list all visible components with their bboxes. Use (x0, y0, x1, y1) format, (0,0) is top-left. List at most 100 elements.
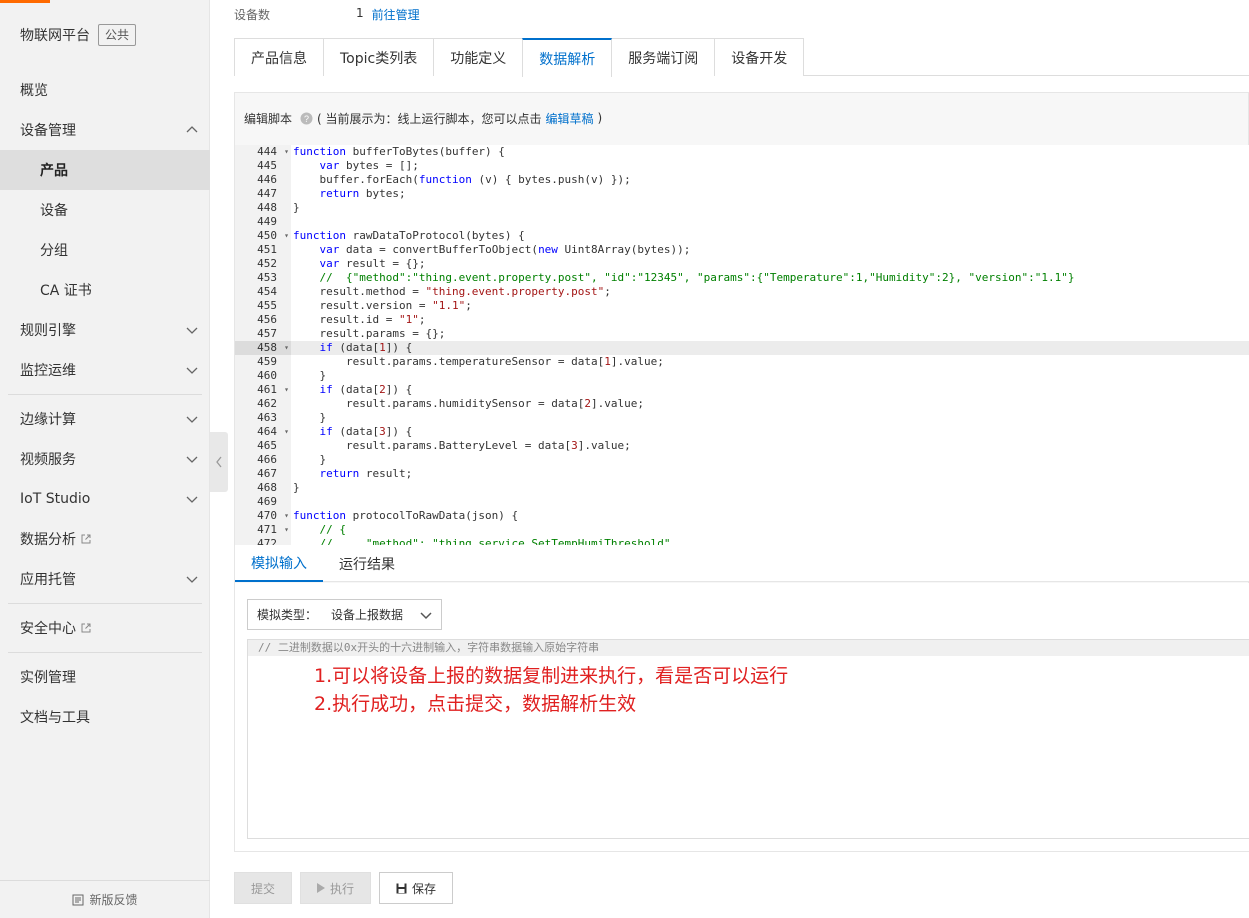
sidebar-item-app-hosting[interactable]: 应用托管 (0, 559, 210, 599)
code-line[interactable]: 456 result.id = "1"; (235, 313, 1249, 327)
sidebar-item-overview[interactable]: 概览 (0, 70, 210, 110)
code-line[interactable]: 468} (235, 481, 1249, 495)
edit-draft-link[interactable]: 编辑草稿 (546, 110, 594, 127)
sidebar-item-docs-tools[interactable]: 文档与工具 (0, 697, 210, 737)
code-line[interactable]: 457 result.params = {}; (235, 327, 1249, 341)
help-icon[interactable]: ? (300, 112, 313, 125)
tab-device-development[interactable]: 设备开发 (714, 38, 805, 76)
instance-badge[interactable]: 公共 (98, 24, 137, 46)
line-number: 456 (235, 313, 291, 327)
sidebar-item-instance-management[interactable]: 实例管理 (0, 657, 210, 697)
code-line[interactable]: 454 result.method = "thing.event.propert… (235, 285, 1249, 299)
code-line[interactable]: 467 return result; (235, 467, 1249, 481)
manage-devices-link[interactable]: 前往管理 (372, 6, 420, 23)
code-line[interactable]: 447 return bytes; (235, 187, 1249, 201)
fold-arrow-icon[interactable]: ▾ (284, 145, 289, 159)
sidebar-item-rule-engine[interactable]: 规则引擎 (0, 310, 210, 350)
save-button[interactable]: 保存 (379, 872, 454, 904)
line-number: 461 ▾ (235, 383, 291, 397)
sidebar-item-group[interactable]: 分组 (0, 230, 210, 270)
fold-arrow-icon[interactable]: ▾ (284, 425, 289, 439)
tab-run-result[interactable]: 运行结果 (323, 545, 411, 582)
editor-header: 编辑脚本 ? ( 当前展示为：线上运行脚本，您可以点击 编辑草稿 ) (235, 93, 1248, 143)
device-count-label: 设备数 (234, 8, 271, 22)
sidebar-item-product[interactable]: 产品 (0, 150, 210, 190)
fold-arrow-icon[interactable]: ▾ (284, 523, 289, 537)
code-line[interactable]: 465 result.params.BatteryLevel = data[3]… (235, 439, 1249, 453)
save-label: 保存 (412, 881, 437, 896)
code-line[interactable]: 462 result.params.humiditySensor = data[… (235, 397, 1249, 411)
tab-server-subscription[interactable]: 服务端订阅 (611, 38, 716, 76)
line-number: 467 (235, 467, 291, 481)
tab-simulated-input[interactable]: 模拟输入 (235, 545, 323, 582)
code-editor[interactable]: 444 ▾ function bufferToBytes(buffer) {445 … (235, 145, 1249, 545)
submit-button[interactable]: 提交 (234, 872, 293, 904)
sidebar-item-label: 文档与工具 (20, 710, 90, 726)
code-line[interactable]: 466 } (235, 453, 1249, 467)
line-number: 455 (235, 299, 291, 313)
sidebar-item-data-analysis[interactable]: 数据分析 (0, 519, 210, 559)
line-number: 471 ▾ (235, 523, 291, 537)
code-line[interactable]: 471 ▾ // { (235, 523, 1249, 537)
simulated-input-textarea[interactable]: // 二进制数据以0x开头的十六进制输入，字符串数据输入原始字符串 1.可以将设… (247, 639, 1249, 839)
nav-divider (8, 652, 202, 653)
code-line[interactable]: 469 (235, 495, 1249, 509)
simulation-type-select[interactable]: 模拟类型： 设备上报数据 (247, 599, 442, 630)
code-line[interactable]: 472 // "method": "thing.service.SetTempH… (235, 537, 1249, 545)
save-icon (396, 883, 407, 893)
sidebar-item-label: 监控运维 (20, 363, 76, 379)
code-line[interactable]: 445 var bytes = []; (235, 159, 1249, 173)
fold-arrow-icon[interactable]: ▾ (284, 509, 289, 523)
tab-data-parsing[interactable]: 数据解析 (522, 38, 613, 77)
brand-title: 物联网平台 (20, 28, 90, 44)
sidebar-item-edge-computing[interactable]: 边缘计算 (0, 399, 210, 439)
code-line[interactable]: 458 ▾ if (data[1]) { (235, 341, 1249, 355)
sidebar-item-monitoring[interactable]: 监控运维 (0, 350, 210, 390)
code-line[interactable]: 444 ▾ function bufferToBytes(buffer) { (235, 145, 1249, 159)
chevron-down-icon (186, 496, 198, 503)
code-text: var data = convertBufferToObject(new Uin… (319, 243, 691, 256)
fold-arrow-icon[interactable]: ▾ (284, 229, 289, 243)
tab-product-info[interactable]: 产品信息 (234, 38, 324, 76)
sidebar-item-label: IoT Studio (20, 491, 91, 507)
sidebar-item-security-center[interactable]: 安全中心 (0, 608, 210, 648)
device-count-value: 1 (356, 6, 364, 20)
code-line[interactable]: 470 ▾ function protocolToRawData(json) { (235, 509, 1249, 523)
sidebar: 物联网平台 公共 概览 设备管理 产品 设备 分组 CA 证书 规则引擎 监控运… (0, 0, 210, 918)
fold-arrow-icon[interactable]: ▾ (284, 383, 289, 397)
sidebar-item-label: 设备 (40, 203, 68, 219)
select-label: 模拟类型： (257, 608, 318, 622)
code-text: } (293, 453, 327, 466)
code-line[interactable]: 450 ▾ function rawDataToProtocol(bytes) { (235, 229, 1249, 243)
code-line[interactable]: 453 // {"method":"thing.event.property.p… (235, 271, 1249, 285)
code-line[interactable]: 452 var result = {}; (235, 257, 1249, 271)
code-line[interactable]: 463 } (235, 411, 1249, 425)
code-line[interactable]: 455 result.version = "1.1"; (235, 299, 1249, 313)
tab-topic-list[interactable]: Topic类列表 (323, 38, 435, 76)
code-line[interactable]: 461 ▾ if (data[2]) { (235, 383, 1249, 397)
code-line[interactable]: 451 var data = convertBufferToObject(new… (235, 243, 1249, 257)
code-line[interactable]: 459 result.params.temperatureSensor = da… (235, 355, 1249, 369)
code-line[interactable]: 446 buffer.forEach(function (v) { bytes.… (235, 173, 1249, 187)
brand-accent-bar (0, 0, 50, 3)
code-text: result.params.humiditySensor = data[2].v… (293, 397, 645, 410)
sidebar-item-ca-cert[interactable]: CA 证书 (0, 270, 210, 310)
sidebar-item-device-management[interactable]: 设备管理 (0, 110, 210, 150)
code-text: result.params.temperatureSensor = data[1… (293, 355, 664, 368)
feedback-button[interactable]: 新版反馈 (0, 880, 210, 918)
code-line[interactable]: 449 (235, 215, 1249, 229)
code-line[interactable]: 448} (235, 201, 1249, 215)
sidebar-item-device[interactable]: 设备 (0, 190, 210, 230)
tab-function-definition[interactable]: 功能定义 (433, 38, 524, 76)
fold-arrow-icon[interactable]: ▾ (284, 341, 289, 355)
code-line[interactable]: 464 ▾ if (data[3]) { (235, 425, 1249, 439)
code-line[interactable]: 460 } (235, 369, 1249, 383)
line-number: 465 (235, 439, 291, 453)
code-text: function rawDataToProtocol(bytes) { (293, 229, 525, 242)
line-number: 451 (235, 243, 291, 257)
sidebar-item-label: 视频服务 (20, 452, 76, 468)
run-button[interactable]: 执行 (300, 872, 372, 904)
sidebar-item-iot-studio[interactable]: IoT Studio (0, 479, 210, 519)
sidebar-item-video-service[interactable]: 视频服务 (0, 439, 210, 479)
line-number: 448 (235, 201, 291, 215)
